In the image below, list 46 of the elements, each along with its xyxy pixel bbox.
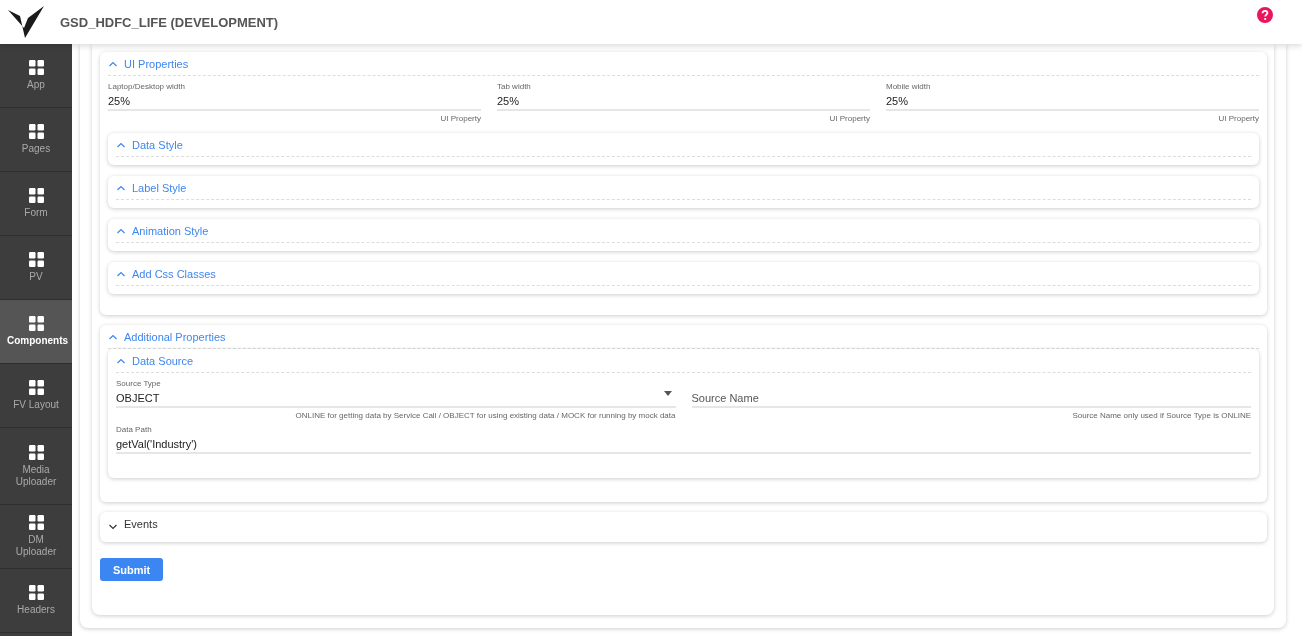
logo-icon [6,4,46,40]
field-label: Tab width [497,82,532,93]
input-field[interactable]: 25% [497,93,870,111]
field-hint: UI Property [828,114,870,123]
submit-button[interactable]: Submit [100,558,164,581]
field-hint: UI Property [1217,114,1259,123]
chevron-up-icon [116,269,126,278]
field-hint: ONLINE for getting data by Service Call / OBJECT for using existing data / MOCK for running by mock data [294,411,676,420]
field-hint: Source Name only used if Source Type is ONLINE [1071,411,1251,420]
grid-icon [28,380,44,395]
grid-icon [28,188,44,203]
section-header[interactable]: Label Style [116,176,1251,200]
input-field[interactable]: getVal('Industry') [116,436,1251,454]
section-header[interactable]: Data Style [116,133,1251,157]
app-title: GSD_HDFC_LIFE (DEVELOPMENT) [60,14,279,30]
chevron-up-icon [116,183,126,192]
grid-icon [28,444,44,460]
input-field[interactable]: 25% [886,93,1259,111]
field-label: Data Path [116,425,153,436]
grid-icon [28,515,44,530]
section-header[interactable]: Data Source [116,349,1251,373]
grid-icon [28,252,44,267]
grid-icon [28,316,44,331]
chevron-up-icon [116,140,126,149]
section-header[interactable]: Animation Style [116,219,1251,243]
input-field[interactable]: Source Name [691,390,1251,408]
section-header[interactable]: UI Properties [108,52,1259,76]
field-label: Mobile width [886,82,932,93]
chevron-up-icon [108,59,118,68]
grid-icon [28,585,44,600]
chevron-up-icon [108,332,118,341]
field-label: Source Type [116,379,162,390]
help-icon[interactable] [1257,7,1273,23]
caret-icon [663,390,672,396]
section-header[interactable]: Events [108,512,1259,536]
grid-icon [28,124,44,139]
sidebar-item[interactable]: Components [0,300,72,364]
field-label: Laptop/Desktop width [108,82,186,93]
section-header[interactable]: Add Css Classes [116,262,1251,286]
chevron-down-icon [108,523,118,531]
select-field[interactable]: OBJECT [116,390,676,408]
chevron-up-icon [116,226,126,235]
grid-icon [28,60,44,75]
chevron-up-icon [116,356,126,365]
field-hint: UI Property [439,114,481,123]
input-field[interactable]: 25% [108,93,481,111]
